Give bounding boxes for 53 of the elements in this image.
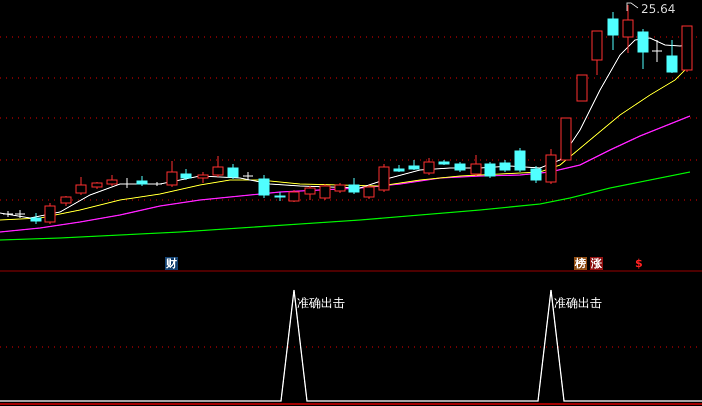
- candlestick: [576, 74, 588, 102]
- candlestick: [470, 154, 482, 176]
- candlestick: [666, 40, 678, 74]
- candlestick: [438, 160, 450, 166]
- candlestick: [288, 190, 300, 202]
- candlestick: [60, 196, 72, 206]
- candlestick: [408, 160, 420, 170]
- candlestick: [652, 40, 662, 62]
- candlestick: [364, 184, 374, 200]
- candlestick: [592, 30, 602, 76]
- candlestick: [258, 174, 270, 198]
- candlestick: [454, 162, 466, 172]
- candlestick: [212, 156, 224, 178]
- candlestick: [228, 164, 238, 180]
- candlestick: [136, 176, 148, 186]
- candlestick: [304, 186, 316, 200]
- candlestick: [622, 4, 634, 54]
- candlestick: [682, 26, 692, 72]
- signal-label: 准确出击: [297, 295, 345, 312]
- candlestick: [514, 148, 526, 172]
- high-price-label: 25.64: [641, 2, 676, 16]
- candlestick: [500, 160, 510, 172]
- candlestick: [638, 28, 648, 70]
- candlestick: [106, 174, 118, 186]
- candlestick: [92, 182, 102, 190]
- candlestick: [608, 12, 618, 50]
- candlestick: [334, 182, 346, 194]
- candlestick: [378, 164, 390, 192]
- signal-badge: 财: [165, 257, 178, 270]
- candlestick: [560, 118, 572, 160]
- signal-label: 准确出击: [554, 295, 602, 312]
- candlestick: [394, 164, 404, 172]
- candlestick: [546, 148, 556, 184]
- candlestick: [424, 158, 434, 176]
- signal-badge: 涨: [590, 257, 603, 270]
- candlestick: [166, 160, 178, 188]
- candlestick: [76, 176, 86, 196]
- candlestick: [484, 162, 496, 178]
- candlestick: [320, 184, 330, 200]
- candlestick: [242, 172, 254, 180]
- signal-badge: 榜: [574, 257, 587, 270]
- flag-icon: [626, 2, 640, 12]
- candlestick: [274, 192, 286, 202]
- candlestick: [530, 166, 542, 184]
- candlestick: [122, 178, 132, 188]
- candlestick: [30, 212, 42, 224]
- candlestick: [348, 178, 360, 194]
- candlestick: [180, 168, 192, 180]
- candlestick: [14, 210, 26, 218]
- candlestick: [198, 172, 208, 184]
- signal-symbol: $: [634, 257, 644, 270]
- candlestick: [152, 182, 162, 186]
- candlestick: [44, 202, 56, 224]
